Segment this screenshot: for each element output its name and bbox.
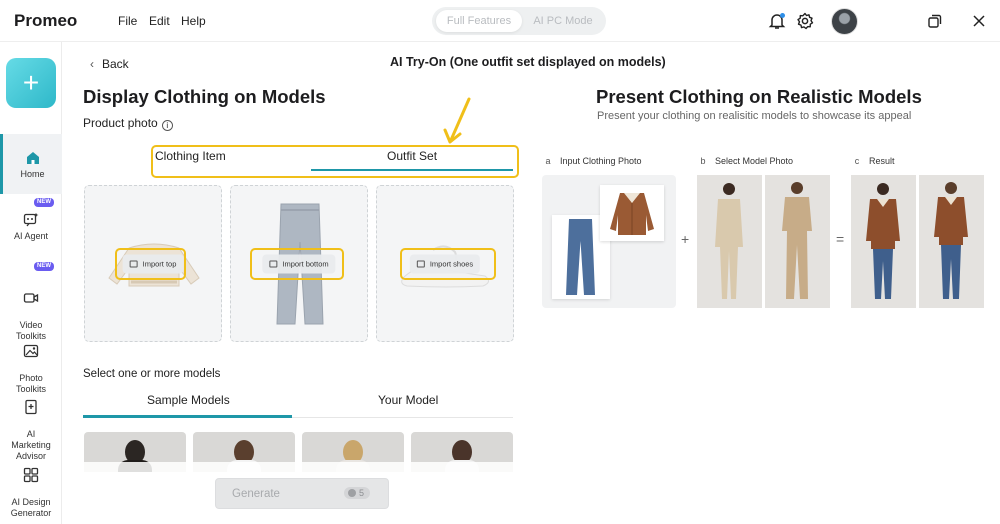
step-letter: c: [854, 156, 860, 166]
step-letter: a: [545, 156, 551, 166]
notification-bell-icon[interactable]: [767, 11, 787, 31]
step-letter: b: [700, 156, 706, 166]
settings-gear-icon[interactable]: [795, 11, 815, 31]
plus-sign: +: [681, 231, 690, 247]
sidebar-item-ai-marketing-advisor[interactable]: AI Marketing Advisor: [0, 388, 62, 461]
step-text: Input Clothing Photo: [560, 156, 642, 166]
new-badge: NEW: [34, 198, 54, 207]
step-b-label: b Select Model Photo: [697, 156, 793, 166]
jacket-photo: [610, 193, 654, 235]
result-photo-female: [919, 175, 984, 308]
select-models-label: Select one or more models: [83, 368, 221, 380]
chevron-left-icon: ‹: [90, 57, 94, 71]
menu-help[interactable]: Help: [181, 14, 206, 28]
back-label: Back: [102, 57, 129, 71]
product-photo-label: Product photo i: [83, 116, 173, 131]
tab-sample-models[interactable]: Sample Models: [147, 393, 230, 407]
design-grid-icon: [23, 467, 39, 483]
model-photo-female: [765, 175, 830, 308]
sidebar-item-label: AI Design Generator: [10, 497, 52, 518]
credit-coin-icon: [347, 489, 356, 497]
photo-icon: [23, 344, 39, 358]
new-project-button[interactable]: +: [6, 58, 56, 108]
sidebar-item-label: AI Agent: [13, 231, 49, 241]
user-avatar[interactable]: [831, 8, 858, 35]
step-c-label: c Result: [851, 156, 895, 166]
full-features-mode[interactable]: Full Features: [436, 10, 522, 32]
model-source-tabs: Sample Models Your Model: [83, 392, 513, 418]
model-photo-male: [697, 175, 762, 308]
app-logo: Promeo: [14, 11, 78, 30]
right-subheading: Present your clothing on realisitic mode…: [597, 110, 912, 122]
highlight-box: [115, 248, 186, 280]
credit-count: 5: [358, 488, 364, 498]
mode-switch: Full Features AI PC Mode: [432, 7, 606, 35]
female-result-figure: [934, 182, 968, 299]
left-heading: Display Clothing on Models: [83, 86, 326, 107]
sidebar-item-ai-agent[interactable]: NEW AI Agent: [0, 198, 62, 248]
new-badge: NEW: [34, 262, 54, 271]
sidebar: + Home NEW AI Agent NEW Video Toolkits P…: [0, 42, 62, 524]
sidebar-item-label: Home: [20, 169, 45, 179]
info-icon[interactable]: i: [161, 120, 173, 131]
input-clothing-panel: [542, 175, 676, 308]
jacket-card: [600, 185, 664, 241]
result-photo-male: [851, 175, 916, 308]
tab-your-model[interactable]: Your Model: [378, 393, 438, 407]
highlight-box: [400, 248, 496, 280]
male-result-figure: [866, 183, 900, 299]
generate-label: Generate: [232, 488, 280, 500]
marketing-icon: [25, 399, 37, 415]
highlight-box: [250, 248, 344, 280]
clothing-type-tabs: Clothing Item Outfit Set: [151, 145, 519, 178]
right-heading: Present Clothing on Realistic Models: [596, 86, 922, 107]
title-bar: Promeo File Edit Help Full Features AI P…: [0, 0, 1000, 42]
back-button[interactable]: ‹ Back: [90, 57, 129, 71]
annotation-arrow-icon: [443, 97, 471, 144]
credit-badge: 5: [343, 487, 370, 499]
step-text: Select Model Photo: [715, 156, 794, 166]
step-a-label: a Input Clothing Photo: [542, 156, 642, 166]
product-photo-text: Product photo: [83, 116, 158, 130]
video-icon: [23, 293, 39, 303]
ai-agent-icon: [23, 213, 39, 227]
close-window-icon[interactable]: [969, 11, 989, 31]
ai-pc-mode[interactable]: AI PC Mode: [524, 10, 602, 32]
home-icon: [26, 152, 39, 164]
sidebar-item-ai-design-generator[interactable]: AI Design Generator: [0, 456, 62, 518]
equals-sign: =: [836, 231, 845, 247]
step-text: Result: [869, 156, 895, 166]
highlight-box: [151, 145, 519, 178]
sidebar-item-video-toolkits[interactable]: NEW Video Toolkits: [0, 262, 62, 341]
page-title: AI Try-On (One outfit set displayed on m…: [390, 55, 666, 69]
menu-edit[interactable]: Edit: [149, 14, 170, 28]
menu-file[interactable]: File: [118, 14, 137, 28]
restore-window-icon[interactable]: [925, 11, 945, 31]
sidebar-item-photo-toolkits[interactable]: Photo Toolkits: [0, 332, 62, 394]
active-tab-indicator: [83, 415, 292, 418]
generate-button[interactable]: Generate 5: [215, 478, 389, 509]
female-model-figure: [782, 182, 812, 299]
sidebar-item-home[interactable]: Home: [0, 134, 62, 194]
male-model-figure: [715, 183, 743, 299]
